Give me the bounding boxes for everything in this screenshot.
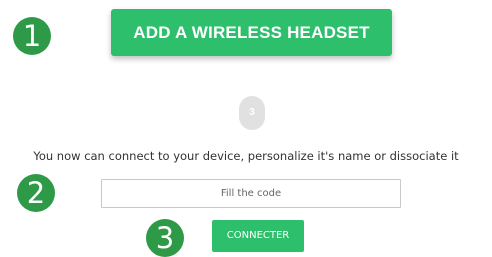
add-wireless-headset-button[interactable]: ADD A WIRELESS HEADSET xyxy=(111,9,392,56)
step-indicator: 3 xyxy=(239,96,265,130)
annotation-marker-2: 2 xyxy=(17,174,55,212)
instruction-text: You now can connect to your device, pers… xyxy=(33,149,459,163)
connect-button[interactable]: CONNECTER xyxy=(212,220,304,252)
code-input[interactable] xyxy=(101,179,401,208)
annotation-marker-1: 1 xyxy=(13,17,51,55)
annotation-marker-3: 3 xyxy=(146,219,184,257)
